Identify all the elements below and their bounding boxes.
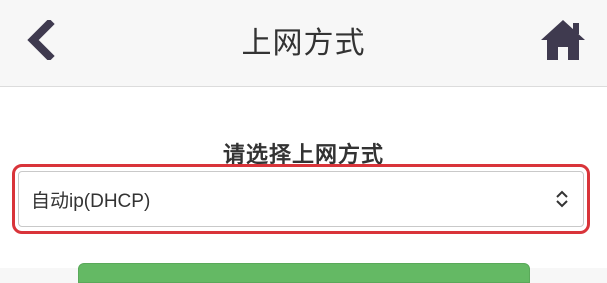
home-icon [541,20,585,60]
confirm-button[interactable] [78,263,530,283]
select-value: 自动ip(DHCP) [31,190,151,212]
main-content: 请选择上网方式 自动ip(DHCP) [0,87,607,283]
home-button[interactable] [535,12,591,68]
header-bar: 上网方式 [0,0,607,87]
connection-type-select[interactable]: 自动ip(DHCP) [18,171,584,227]
page-title: 上网方式 [241,26,366,61]
up-down-chevron-icon [555,190,569,208]
